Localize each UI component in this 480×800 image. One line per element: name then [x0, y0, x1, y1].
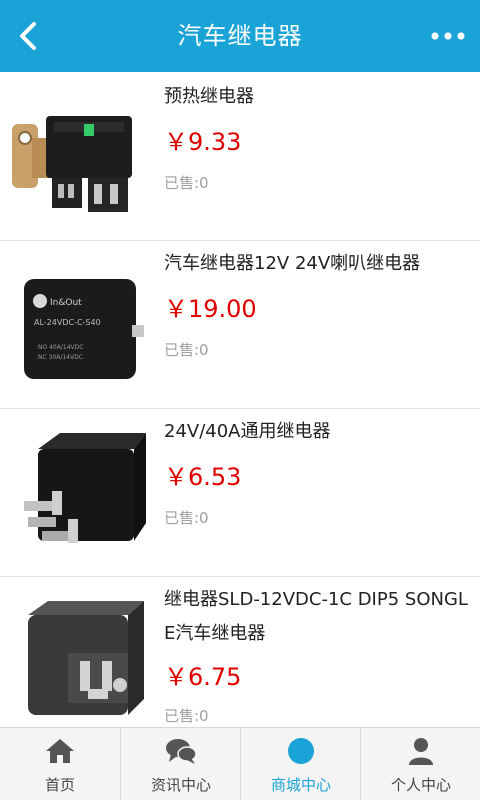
product-price: ￥6.53 [164, 463, 242, 491]
product-list: 预热继电器 ￥9.33 已售:0 In&Out AL-24VDC-C-S40 N… [0, 72, 480, 726]
product-price: ￥6.75 [164, 663, 242, 691]
product-item[interactable]: 继电器SLD-12VDC-1C DIP5 SONGLE汽车继电器 ￥6.75 已… [0, 577, 480, 726]
product-item[interactable]: In&Out AL-24VDC-C-S40 NO 40A/14VDC NC 30… [0, 241, 480, 409]
tab-profile[interactable]: 个人中心 [361, 728, 480, 800]
product-sold-count: 已售:0 [164, 707, 209, 725]
bottom-tab-bar: 首页 资讯中心 商城中心 个人中心 [0, 727, 480, 800]
tab-news[interactable]: 资讯中心 [121, 728, 241, 800]
tab-mall[interactable]: 商城中心 [241, 728, 361, 800]
more-dots-icon [431, 32, 465, 40]
tab-label: 商城中心 [270, 776, 331, 794]
product-name[interactable]: 继电器SLD-12VDC-1C DIP5 SONGLE汽车继电器 [164, 583, 476, 651]
relay-spec-text: NO 40A/14VDC [38, 344, 83, 351]
product-image: In&Out AL-24VDC-C-S40 NO 40A/14VDC NC 30… [24, 279, 144, 379]
person-icon [409, 738, 433, 765]
product-sold-count: 已售:0 [164, 509, 209, 527]
more-button[interactable] [430, 22, 466, 50]
relay-spec-text: NC 30A/14VDC [38, 354, 83, 361]
relay-brand-text: In&Out [50, 298, 82, 308]
tab-home[interactable]: 首页 [0, 728, 120, 800]
product-sold-count: 已售:0 [164, 341, 209, 359]
tab-label: 首页 [44, 776, 75, 794]
product-image [12, 116, 132, 212]
app-header: 汽车继电器 [0, 0, 480, 72]
product-image [24, 433, 146, 543]
product-name[interactable]: 汽车继电器12V 24V喇叭继电器 [164, 247, 476, 281]
circle-icon [288, 738, 314, 764]
product-price: ￥9.33 [164, 128, 242, 156]
product-price: ￥19.00 [164, 295, 257, 323]
chat-bubbles-icon [166, 739, 197, 764]
product-name[interactable]: 预热继电器 [164, 80, 476, 114]
home-icon [46, 739, 74, 763]
page-title: 汽车继电器 [177, 22, 303, 50]
product-item[interactable]: 24V/40A通用继电器 ￥6.53 已售:0 [0, 409, 480, 577]
product-item[interactable]: 预热继电器 ￥9.33 已售:0 [0, 72, 480, 241]
product-sold-count: 已售:0 [164, 174, 209, 192]
product-image [28, 601, 144, 715]
relay-model-text: AL-24VDC-C-S40 [34, 318, 101, 327]
tab-label: 个人中心 [390, 776, 451, 794]
product-name[interactable]: 24V/40A通用继电器 [164, 415, 476, 449]
tab-label: 资讯中心 [150, 776, 211, 794]
